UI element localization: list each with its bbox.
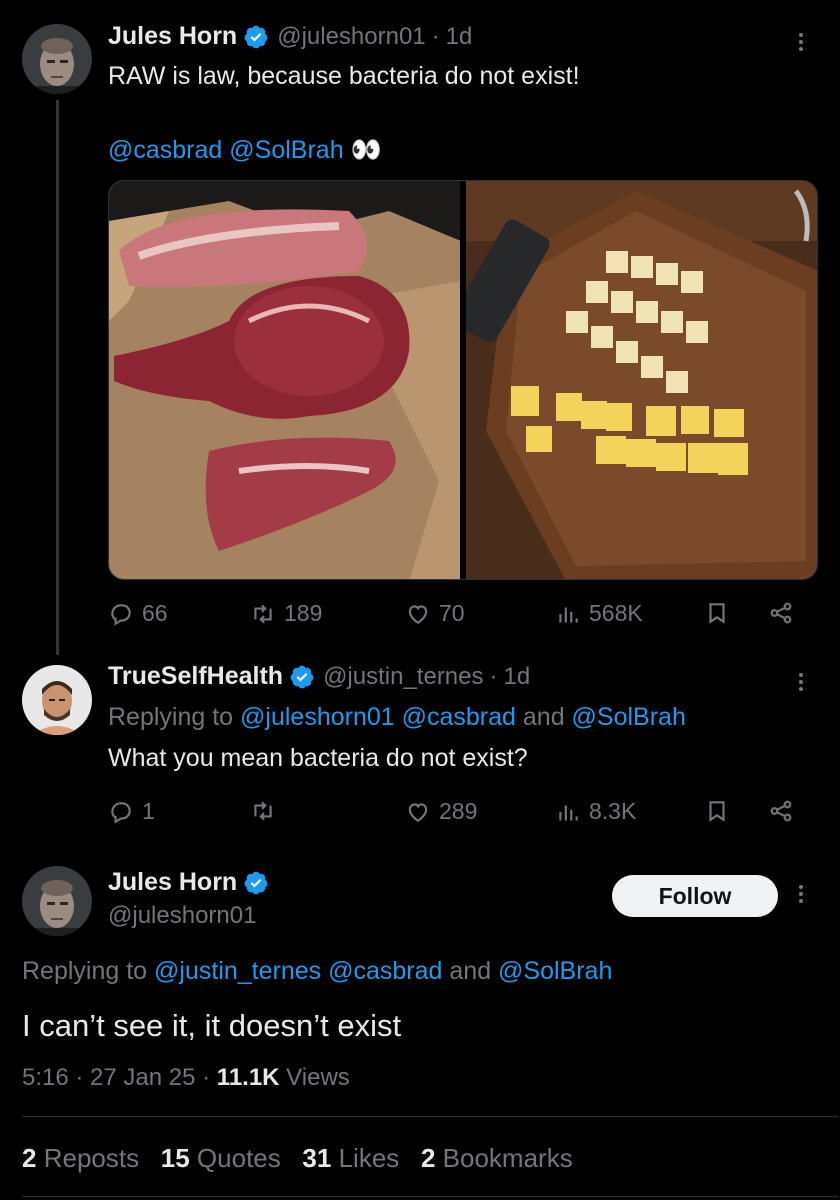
stat-quotes[interactable]: 15 Quotes bbox=[161, 1143, 281, 1173]
verified-badge-icon bbox=[290, 665, 314, 688]
verified-badge-icon bbox=[244, 25, 268, 48]
divider bbox=[22, 1196, 838, 1197]
like-count: 70 bbox=[439, 600, 465, 626]
tweet1-mentions: @casbrad @SolBrah 👀 bbox=[108, 136, 382, 165]
repost-button[interactable]: 189 bbox=[250, 600, 322, 627]
author-name[interactable]: TrueSelfHealth bbox=[108, 662, 283, 691]
avatar-photo-icon bbox=[22, 866, 92, 936]
bookmark-button[interactable] bbox=[704, 600, 730, 626]
like-count: 289 bbox=[439, 798, 478, 824]
analytics-icon bbox=[559, 607, 578, 623]
like-button[interactable]: 289 bbox=[405, 798, 477, 825]
more-options-icon[interactable] bbox=[798, 670, 804, 694]
stat-likes[interactable]: 31 Likes bbox=[302, 1143, 399, 1173]
views-count: 11.1K bbox=[216, 1064, 280, 1091]
author-name[interactable]: Jules Horn bbox=[108, 22, 237, 51]
tweet3-text: I can’t see it, it doesn’t exist bbox=[22, 1008, 402, 1043]
repost-count: 189 bbox=[284, 600, 323, 626]
more-options-icon[interactable] bbox=[798, 30, 804, 54]
cheese-image-icon bbox=[466, 181, 817, 579]
author-name[interactable]: Jules Horn bbox=[108, 868, 237, 897]
share-button[interactable] bbox=[768, 798, 794, 824]
cheese-board-photo[interactable] bbox=[466, 181, 817, 579]
tweet3-header: Jules Horn bbox=[108, 868, 269, 897]
views-button[interactable]: 568K bbox=[555, 600, 643, 627]
views-count: 8.3K bbox=[589, 798, 637, 824]
bookmark-icon bbox=[709, 603, 725, 624]
mention-link[interactable]: @casbrad bbox=[108, 136, 222, 164]
views-label: Views bbox=[279, 1064, 350, 1091]
timestamp[interactable]: 5:16 · 27 Jan 25 · bbox=[22, 1064, 217, 1091]
bookmark-icon bbox=[709, 801, 725, 822]
tweet3-meta: 5:16 · 27 Jan 25 · 11.1K Views bbox=[22, 1064, 350, 1092]
stat-reposts[interactable]: 2 Reposts bbox=[22, 1143, 139, 1173]
reply-count: 66 bbox=[142, 600, 168, 626]
mention-link[interactable]: @SolBrah bbox=[572, 703, 686, 731]
tweet1-media-grid[interactable] bbox=[108, 180, 818, 580]
reply-icon bbox=[111, 801, 131, 824]
repost-icon bbox=[254, 604, 272, 623]
author-handle[interactable]: @justin_ternes bbox=[323, 663, 483, 691]
post-time[interactable]: 1d bbox=[446, 23, 473, 51]
thread-connector-line bbox=[56, 100, 59, 655]
repost-button[interactable] bbox=[250, 798, 276, 824]
avatar-photo-icon bbox=[22, 24, 92, 94]
separator-dot: · bbox=[431, 22, 440, 50]
mention-link[interactable]: @SolBrah bbox=[229, 136, 343, 164]
mention-link[interactable]: @SolBrah bbox=[498, 957, 612, 985]
analytics-icon bbox=[559, 805, 578, 821]
share-button[interactable] bbox=[768, 600, 794, 626]
mention-link[interactable]: @juleshorn01 @casbrad bbox=[240, 703, 516, 731]
repost-icon bbox=[254, 801, 272, 821]
reply-icon bbox=[111, 603, 131, 626]
tweet2-header: TrueSelfHealth @justin_ternes · 1d bbox=[108, 662, 530, 691]
reply-button[interactable]: 1 bbox=[108, 798, 155, 825]
follow-button[interactable]: Follow bbox=[612, 875, 778, 917]
avatar-trueselfhealth[interactable] bbox=[22, 665, 92, 735]
engagement-stats: 2 Reposts 15 Quotes 31 Likes 2 Bookmarks bbox=[22, 1143, 573, 1174]
views-button[interactable]: 8.3K bbox=[555, 798, 636, 825]
mention-link[interactable]: @justin_ternes @casbrad bbox=[154, 957, 442, 985]
avatar-jules-horn[interactable] bbox=[22, 24, 92, 94]
heart-icon bbox=[408, 604, 428, 624]
heart-icon bbox=[408, 802, 428, 822]
more-options-icon[interactable] bbox=[798, 882, 804, 906]
steak-image-icon bbox=[109, 181, 460, 579]
like-button[interactable]: 70 bbox=[405, 600, 465, 627]
eyes-emoji: 👀 bbox=[350, 136, 382, 164]
avatar-photo-icon bbox=[22, 665, 92, 735]
replying-to-line: Replying to @justin_ternes @casbrad and … bbox=[22, 957, 613, 985]
post-time[interactable]: 1d bbox=[504, 663, 531, 691]
views-count: 568K bbox=[589, 600, 643, 626]
replying-to-line: Replying to @juleshorn01 @casbrad and @S… bbox=[108, 703, 686, 731]
reply-count: 1 bbox=[142, 798, 155, 824]
tweet2-text: What you mean bacteria do not exist? bbox=[108, 744, 528, 772]
verified-badge-icon bbox=[244, 871, 268, 894]
separator-dot: · bbox=[489, 662, 498, 690]
raw-steak-photo[interactable] bbox=[109, 181, 460, 579]
bookmark-button[interactable] bbox=[704, 798, 730, 824]
avatar-jules-horn[interactable] bbox=[22, 866, 92, 936]
share-icon bbox=[770, 602, 792, 624]
tweet1-header: Jules Horn @juleshorn01 · 1d bbox=[108, 22, 472, 51]
stat-bookmarks[interactable]: 2 Bookmarks bbox=[421, 1143, 573, 1173]
tweet1-text: RAW is law, because bacteria do not exis… bbox=[108, 62, 580, 90]
divider bbox=[22, 1116, 838, 1117]
author-handle[interactable]: @juleshorn01 bbox=[277, 23, 425, 51]
author-handle[interactable]: @juleshorn01 bbox=[108, 902, 256, 930]
share-icon bbox=[770, 800, 792, 822]
reply-button[interactable]: 66 bbox=[108, 600, 168, 627]
